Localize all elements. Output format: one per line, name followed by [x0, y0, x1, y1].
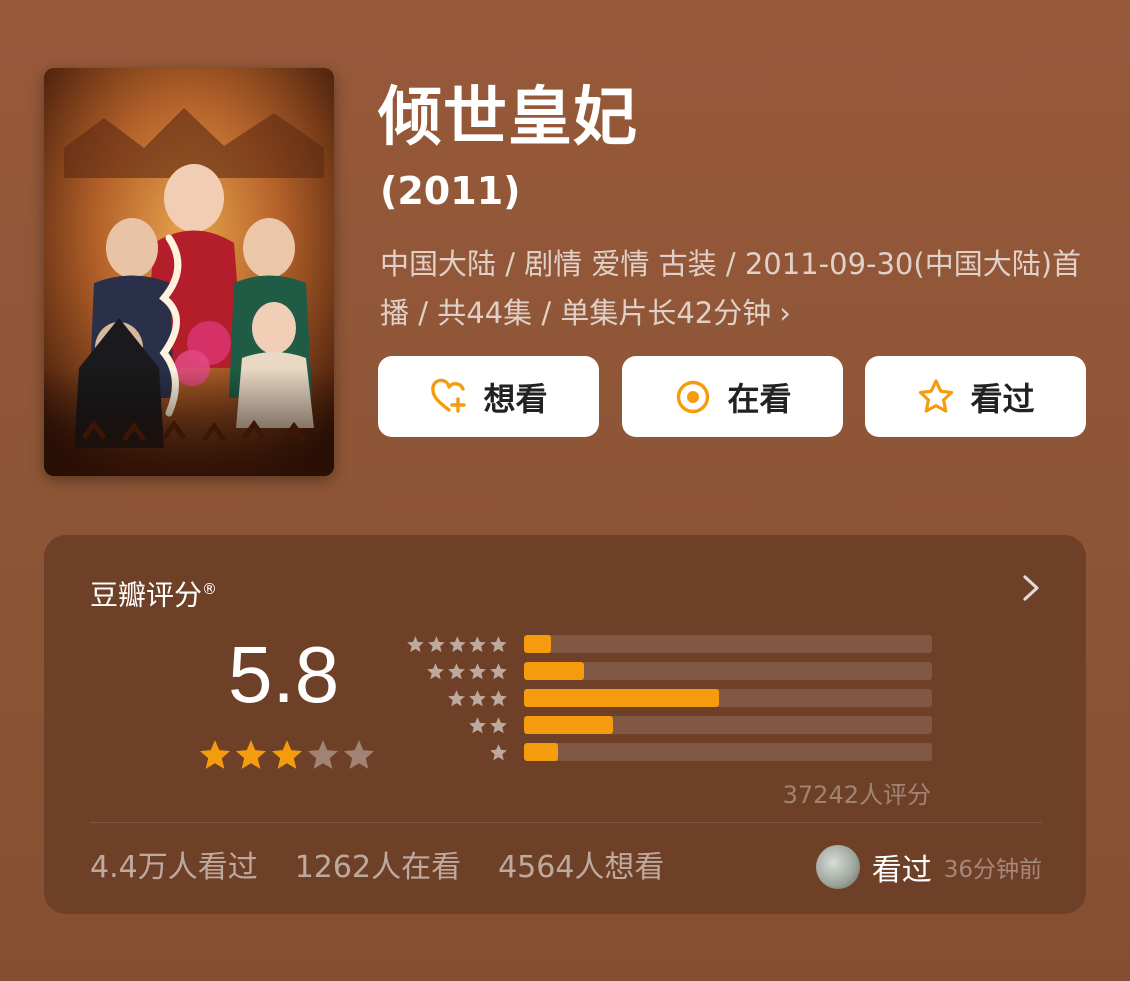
registered-mark: ®	[202, 580, 218, 598]
watching-label: 在看	[727, 379, 792, 418]
rating-bar-fill	[524, 743, 559, 761]
star-empty-icon	[343, 740, 375, 769]
rating-bar-row	[404, 633, 932, 655]
chevron-right-icon: ›	[779, 296, 791, 330]
star-small-icon	[469, 662, 486, 679]
want-to-watch-label: 想看	[483, 379, 548, 418]
friend-time: 36分钟前	[943, 857, 1042, 883]
star-small-icon	[490, 716, 507, 733]
page-title: 倾世皇妃	[378, 81, 638, 155]
heart-plus-icon	[429, 377, 469, 417]
watched-label: 看过	[970, 379, 1035, 418]
rating-bar-row	[404, 687, 932, 709]
star-small-icon	[427, 662, 444, 679]
bar-star-label	[404, 660, 508, 682]
rating-bar-track	[524, 635, 932, 653]
star-filled-icon	[235, 740, 267, 769]
star-small-icon	[427, 635, 445, 652]
target-circle-icon	[673, 377, 713, 417]
poster-artwork	[44, 68, 334, 476]
bar-star-label	[404, 714, 508, 736]
want-to-watch-button[interactable]: 想看	[378, 356, 599, 437]
rating-count: 37242人评分	[782, 781, 931, 809]
star-small-icon	[490, 635, 507, 652]
star-filled-icon	[271, 740, 303, 769]
watched-count: 4.4万人看过	[90, 850, 258, 885]
bar-star-label	[404, 687, 508, 709]
star-small-icon	[469, 635, 487, 652]
rating-bar-row	[404, 741, 932, 763]
rating-bar-track	[524, 689, 932, 707]
friend-status: 看过	[871, 853, 932, 888]
bar-star-label	[404, 633, 508, 655]
want-count: 4564人想看	[498, 850, 665, 885]
star-small-icon	[469, 689, 486, 706]
watch-stats: 4.4万人看过 1262人在看 4564人想看	[90, 848, 701, 888]
star-small-icon	[448, 635, 466, 652]
divider	[90, 822, 1042, 823]
poster-image[interactable]	[44, 68, 334, 476]
watching-button[interactable]: 在看	[622, 356, 843, 437]
rating-bar-fill	[524, 689, 720, 707]
star-filled-icon	[199, 740, 231, 769]
chevron-right-icon[interactable]	[1018, 571, 1044, 605]
rating-bar-fill	[524, 662, 584, 680]
star-small-icon	[448, 689, 465, 706]
star-small-icon	[469, 716, 486, 733]
rating-card[interactable]: 豆瓣评分® 5.8 37242人评分 4.4万人看过 1262人在看 4564人…	[44, 535, 1086, 914]
star-small-icon	[490, 689, 507, 706]
star-small-icon	[448, 662, 465, 679]
star-small-icon	[407, 635, 424, 652]
movie-detail-page: 倾世皇妃 (2011) 中国大陆 / 剧情 爱情 古装 / 2011-09-30…	[0, 0, 1130, 981]
watched-button[interactable]: 看过	[865, 356, 1086, 437]
rating-bar-row	[404, 714, 932, 736]
avatar[interactable]	[815, 845, 860, 889]
rating-bar-row	[404, 660, 932, 682]
meta-text: 中国大陆 / 剧情 爱情 古装 / 2011-09-30(中国大陆)首播 / 共…	[380, 247, 1082, 330]
star-outline-icon	[916, 377, 956, 417]
star-empty-icon	[307, 740, 339, 769]
rating-bar-track	[524, 716, 932, 734]
star-small-icon	[490, 662, 507, 679]
bar-star-label	[404, 741, 508, 763]
star-small-icon	[490, 743, 507, 760]
rating-bar-track	[524, 743, 932, 761]
rating-bar-fill	[524, 716, 613, 734]
friend-activity[interactable]: 看过 36分钟前	[815, 845, 1042, 889]
rating-bar-track	[524, 662, 932, 680]
watching-count: 1262人在看	[294, 850, 462, 885]
movie-meta-info[interactable]: 中国大陆 / 剧情 爱情 古装 / 2011-09-30(中国大陆)首播 / 共…	[380, 240, 1090, 338]
rating-source-label: 豆瓣评分	[90, 578, 203, 612]
release-year: (2011)	[380, 169, 521, 213]
rating-stars	[198, 738, 378, 772]
rating-bar-fill	[524, 635, 551, 653]
rating-card-title: 豆瓣评分®	[90, 571, 217, 613]
rating-score: 5.8	[228, 630, 340, 719]
